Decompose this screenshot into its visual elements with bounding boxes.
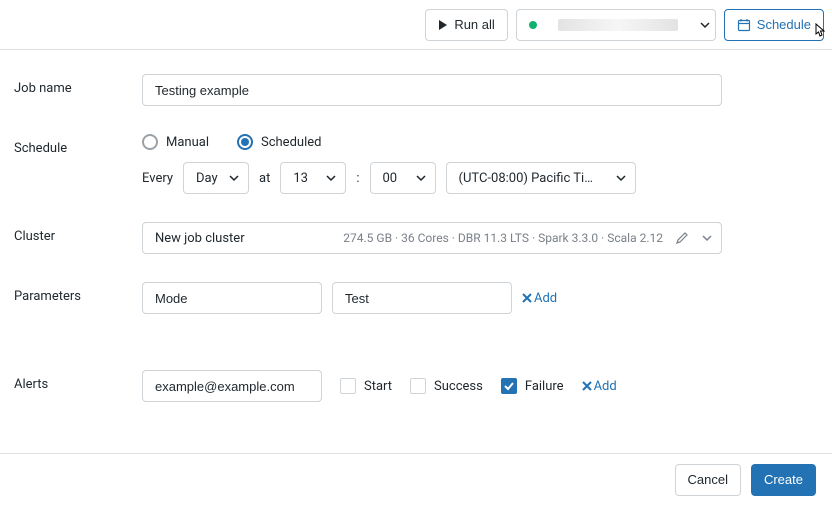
parameter-key-input[interactable] bbox=[142, 282, 322, 314]
cluster-select[interactable]: New job cluster 274.5 GB · 36 Cores · DB… bbox=[142, 222, 722, 254]
interval-unit-select[interactable]: Day bbox=[183, 162, 249, 194]
timezone-select[interactable]: (UTC-08:00) Pacific Ti… bbox=[446, 162, 636, 194]
dialog-footer: Cancel Create bbox=[0, 453, 832, 505]
alert-start-label: Start bbox=[364, 379, 392, 394]
create-button[interactable]: Create bbox=[751, 464, 816, 496]
chevron-down-icon bbox=[415, 172, 427, 184]
play-icon bbox=[438, 20, 448, 30]
chevron-down-icon bbox=[701, 232, 713, 244]
calendar-icon bbox=[737, 18, 751, 32]
interval-unit-value: Day bbox=[196, 171, 220, 186]
alert-success-checkbox[interactable]: Success bbox=[410, 378, 483, 394]
run-all-label: Run all bbox=[454, 17, 494, 32]
pencil-icon[interactable] bbox=[675, 231, 689, 245]
checkbox-box-icon bbox=[340, 378, 356, 394]
job-name-label: Job name bbox=[14, 74, 142, 96]
manual-radio-label: Manual bbox=[166, 135, 209, 150]
x-icon bbox=[522, 293, 532, 303]
alert-start-checkbox[interactable]: Start bbox=[340, 378, 392, 394]
radio-circle-icon bbox=[142, 134, 158, 150]
x-icon bbox=[582, 381, 592, 391]
attached-cluster-dropdown[interactable] bbox=[516, 9, 716, 41]
cancel-button[interactable]: Cancel bbox=[675, 464, 741, 496]
chevron-down-icon bbox=[615, 172, 627, 184]
every-label: Every bbox=[142, 171, 173, 186]
schedule-button-label: Schedule bbox=[757, 17, 811, 32]
parameter-value-input[interactable] bbox=[332, 282, 512, 314]
minute-value: 00 bbox=[383, 171, 407, 186]
schedule-label: Schedule bbox=[14, 134, 142, 156]
alert-success-label: Success bbox=[434, 379, 483, 394]
schedule-scheduled-radio[interactable]: Scheduled bbox=[237, 134, 321, 150]
at-label: at bbox=[259, 171, 270, 186]
cluster-label: Cluster bbox=[14, 222, 142, 244]
timezone-value: (UTC-08:00) Pacific Ti… bbox=[459, 171, 607, 186]
cluster-name: New job cluster bbox=[155, 231, 245, 246]
parameters-label: Parameters bbox=[14, 282, 142, 304]
schedule-button[interactable]: Schedule bbox=[724, 9, 824, 41]
top-toolbar: Run all Schedule bbox=[0, 0, 832, 50]
alert-email-input[interactable] bbox=[142, 370, 322, 402]
job-name-input[interactable] bbox=[142, 74, 722, 106]
cluster-status-dot-icon bbox=[529, 21, 537, 29]
chevron-down-icon bbox=[325, 172, 337, 184]
scheduled-radio-label: Scheduled bbox=[261, 135, 321, 150]
alerts-label: Alerts bbox=[14, 370, 142, 392]
alert-failure-label: Failure bbox=[525, 379, 564, 394]
run-all-button[interactable]: Run all bbox=[425, 9, 507, 41]
cluster-specs: 274.5 GB · 36 Cores · DBR 11.3 LTS · Spa… bbox=[343, 231, 663, 245]
hour-select[interactable]: 13 bbox=[280, 162, 346, 194]
add-alert-link[interactable]: Add bbox=[582, 379, 617, 394]
add-parameter-label: Add bbox=[534, 291, 557, 306]
cluster-name-redacted bbox=[558, 19, 678, 31]
minute-select[interactable]: 00 bbox=[370, 162, 436, 194]
colon-label: : bbox=[356, 171, 359, 186]
alert-failure-checkbox[interactable]: Failure bbox=[501, 378, 564, 394]
checkbox-box-icon bbox=[410, 378, 426, 394]
add-alert-label: Add bbox=[594, 379, 617, 394]
chevron-down-icon bbox=[699, 19, 711, 31]
form-scroll-area[interactable]: Job name Schedule Manual Schedu bbox=[0, 50, 832, 453]
radio-circle-icon bbox=[237, 134, 253, 150]
create-label: Create bbox=[764, 472, 803, 487]
checkbox-box-icon bbox=[501, 378, 517, 394]
cancel-label: Cancel bbox=[688, 472, 728, 487]
schedule-manual-radio[interactable]: Manual bbox=[142, 134, 209, 150]
hour-value: 13 bbox=[293, 171, 317, 186]
remove-parameter-link[interactable]: Add bbox=[522, 291, 557, 306]
chevron-down-icon bbox=[228, 172, 240, 184]
